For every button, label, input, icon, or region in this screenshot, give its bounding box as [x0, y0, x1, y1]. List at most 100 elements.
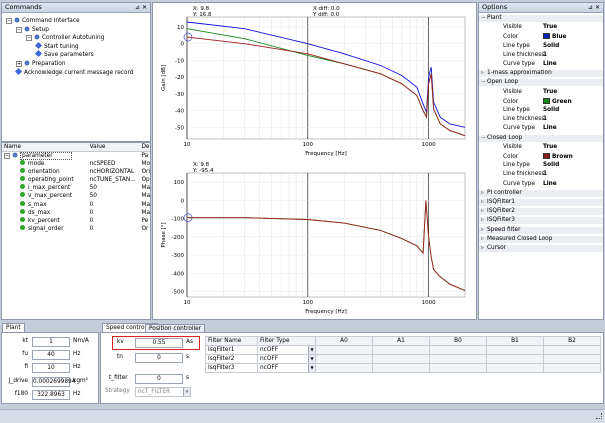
expand-icon[interactable]: ▹: [479, 227, 487, 234]
param-value[interactable]: 0: [90, 200, 142, 208]
options-category[interactable]: ▹ PI controller: [479, 189, 603, 197]
command-tree-item[interactable]: − Controller Autotuning: [26, 34, 104, 42]
table-row[interactable]: i_max_percent 50 Ma: [2, 184, 150, 192]
filter-coef-cell[interactable]: [315, 345, 373, 355]
options-category[interactable]: −Plant: [479, 15, 603, 22]
options-category[interactable]: −Closed Loop: [479, 134, 603, 142]
property-value[interactable]: True: [543, 144, 557, 150]
options-property[interactable]: Visible True: [479, 24, 603, 31]
command-tree-item[interactable]: − Command Interface: [6, 17, 80, 24]
property-value[interactable]: Green: [543, 97, 572, 105]
filter-type-dropdown[interactable]: ncOFF ▼: [257, 354, 316, 364]
filter-coef-cell[interactable]: [543, 363, 601, 373]
plant-field[interactable]: 0.0002699894: [32, 376, 75, 387]
tfilter-field[interactable]: 0: [135, 374, 183, 384]
table-row[interactable]: signal_order 0 Or: [2, 224, 150, 233]
table-row[interactable]: IsqFilter2 ncOFF ▼: [205, 354, 601, 364]
filter-column-header[interactable]: Filter Type: [257, 336, 316, 346]
filter-coef-cell[interactable]: [315, 363, 373, 373]
plant-field[interactable]: 40: [32, 350, 70, 361]
command-tree-item[interactable]: Start tuning: [34, 41, 79, 50]
filter-type-dropdown[interactable]: ncOFF ▼: [257, 363, 316, 373]
filter-coef-cell[interactable]: [372, 354, 430, 364]
collapse-icon[interactable]: −: [479, 15, 487, 22]
property-value[interactable]: Solid: [543, 107, 559, 113]
filter-column-header[interactable]: B2: [543, 336, 601, 346]
collapse-icon[interactable]: −: [6, 18, 12, 24]
options-property[interactable]: Line type Solid: [479, 162, 603, 169]
options-property[interactable]: Color Green: [479, 97, 603, 105]
param-value[interactable]: 0: [90, 217, 142, 225]
options-property[interactable]: Line thickness1: [479, 52, 603, 59]
property-value[interactable]: Line: [543, 125, 557, 131]
options-property[interactable]: Curve type Line: [479, 61, 603, 68]
options-property[interactable]: Color Brown: [479, 153, 603, 160]
param-value[interactable]: 0: [90, 209, 142, 217]
options-category[interactable]: ▹ Measured Closed Loop: [479, 235, 603, 243]
table-row[interactable]: v_max_percent 50 Ma: [2, 192, 150, 200]
filter-column-header[interactable]: A0: [315, 336, 373, 346]
options-category[interactable]: ▹ ISQFilter2: [479, 208, 603, 216]
col-value-header[interactable]: Value: [90, 143, 142, 152]
filter-column-header[interactable]: Filter Name: [205, 336, 258, 346]
param-value[interactable]: 0: [90, 225, 142, 233]
command-tree-item[interactable]: Acknowledge current message record: [14, 67, 133, 76]
param-value[interactable]: ncSPEED: [90, 160, 142, 168]
options-category[interactable]: ▹ 1-mass approximation: [479, 70, 603, 78]
options-category[interactable]: ▹ Speed filter: [479, 226, 603, 234]
property-value[interactable]: Line: [543, 181, 557, 187]
property-value[interactable]: True: [543, 24, 557, 30]
collapse-icon[interactable]: −: [26, 35, 32, 42]
options-property[interactable]: Line thickness1: [479, 171, 603, 178]
param-value[interactable]: 50: [90, 184, 142, 192]
table-row[interactable]: operating_point ncTUNE_STAN... Op: [2, 176, 150, 184]
options-property[interactable]: Color Blue: [479, 33, 603, 40]
property-value[interactable]: 1: [543, 52, 547, 58]
filter-coef-cell[interactable]: [429, 345, 487, 355]
expand-icon[interactable]: ▹: [479, 199, 487, 206]
plant-field[interactable]: 1: [32, 337, 70, 347]
kv-field[interactable]: 0.55: [135, 338, 183, 348]
options-property[interactable]: Curve type Line: [479, 181, 603, 188]
expand-icon[interactable]: ▹: [479, 190, 487, 197]
options-category[interactable]: −Open Loop: [479, 79, 603, 87]
col-desc-header[interactable]: De: [141, 143, 150, 152]
filter-coef-cell[interactable]: [486, 345, 544, 355]
strategy-dropdown[interactable]: ncT_FILTER ▼: [135, 387, 191, 397]
expand-icon[interactable]: ▹: [479, 70, 487, 77]
plant-field[interactable]: 10: [32, 363, 70, 374]
options-property[interactable]: Line type Solid: [479, 107, 603, 114]
options-property[interactable]: Curve type Line: [479, 125, 603, 132]
property-value[interactable]: Line: [543, 61, 557, 67]
options-property[interactable]: Visible True: [479, 144, 603, 151]
command-tree-item[interactable]: Save parameters: [34, 50, 94, 58]
plant-field[interactable]: 322.8963: [32, 389, 70, 400]
table-row[interactable]: IsqFilter3 ncOFF ▼: [205, 363, 601, 373]
param-value[interactable]: 50: [90, 192, 142, 200]
property-value[interactable]: True: [543, 89, 557, 95]
property-value[interactable]: 1: [543, 116, 547, 122]
expand-icon[interactable]: ▹: [479, 236, 487, 243]
options-property[interactable]: Line type Solid: [479, 43, 603, 50]
tn-field[interactable]: 0: [135, 353, 183, 363]
collapse-icon[interactable]: −: [16, 26, 22, 33]
filter-coef-cell[interactable]: [486, 363, 544, 373]
filter-column-header[interactable]: A1: [372, 336, 430, 346]
property-value[interactable]: Blue: [543, 33, 566, 40]
expand-icon[interactable]: ▹: [479, 208, 487, 215]
filter-coef-cell[interactable]: [543, 345, 601, 355]
table-row[interactable]: orientation ncHORIZONTAL Ori: [2, 168, 150, 176]
filter-coef-cell[interactable]: [315, 354, 373, 364]
expand-icon[interactable]: ▹: [479, 245, 487, 252]
col-name-header[interactable]: Name: [2, 143, 90, 152]
filter-coef-cell[interactable]: [543, 354, 601, 364]
expand-icon[interactable]: ▹: [479, 217, 487, 224]
filter-coef-cell[interactable]: [372, 363, 430, 373]
filter-coef-cell[interactable]: [429, 354, 487, 364]
bode-plots[interactable]: 10 100 1000100-10-20-30-40-50Frequency [Hz…: [153, 3, 477, 320]
collapse-icon[interactable]: −: [4, 153, 10, 159]
grip-icon[interactable]: [596, 413, 602, 419]
table-row[interactable]: mode ncSPEED Mo: [2, 160, 150, 168]
param-root-name[interactable]: parameter: [20, 152, 72, 160]
property-value[interactable]: 1: [543, 171, 547, 177]
